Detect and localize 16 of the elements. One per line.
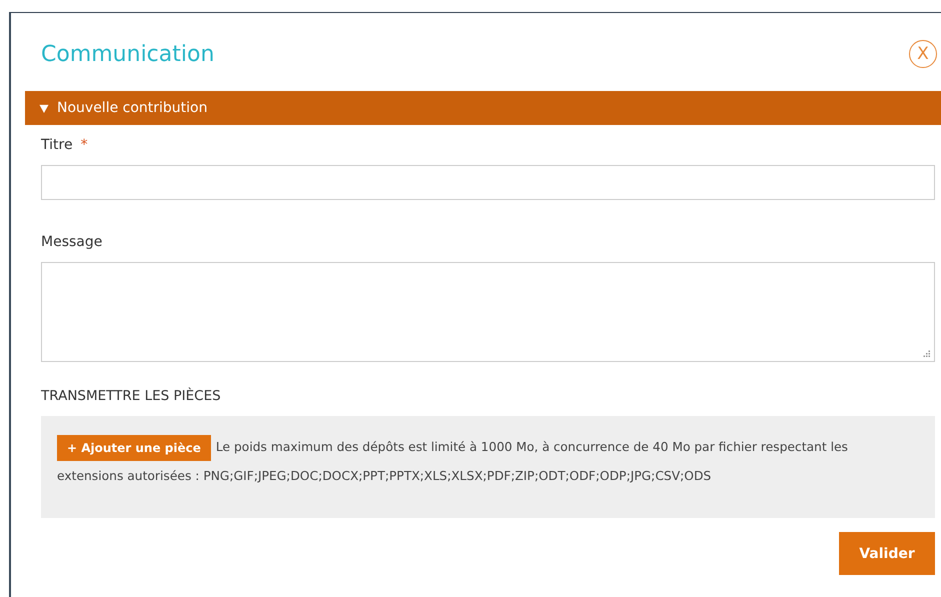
title-input[interactable] [41,165,935,200]
section-heading: TRANSMETTRE LES PIÈCES [41,388,222,404]
upload-note: extensions autorisées : PNG;GIF;JPEG;DOC;DOCX;PPT;PPTX;XLS;XLSX;PDF;ZIP;ODT;ODF;ODP;JPG;CSV;ODS [57,469,712,483]
submit-button[interactable]: Valider [839,532,935,575]
resize-handle-icon[interactable] [921,348,931,358]
section-title: Nouvelle contribution [57,100,208,116]
message-textarea[interactable] [41,262,935,362]
upload-note: Le poids maximum des dépôts est limité à 1000 Mo, à concurrence de 40 Mo par fichier respectant les [216,440,848,454]
close-button[interactable]: X [909,40,937,68]
required-mark: * [80,137,88,153]
field-label: Titre [41,137,73,153]
add-attachment-button[interactable]: + Ajouter une pièce [57,434,211,461]
caret-icon [39,104,49,112]
field-label: Message [41,234,102,250]
section-header[interactable]: Nouvelle contribution [25,91,941,125]
dialog-title: Communication [41,42,214,66]
